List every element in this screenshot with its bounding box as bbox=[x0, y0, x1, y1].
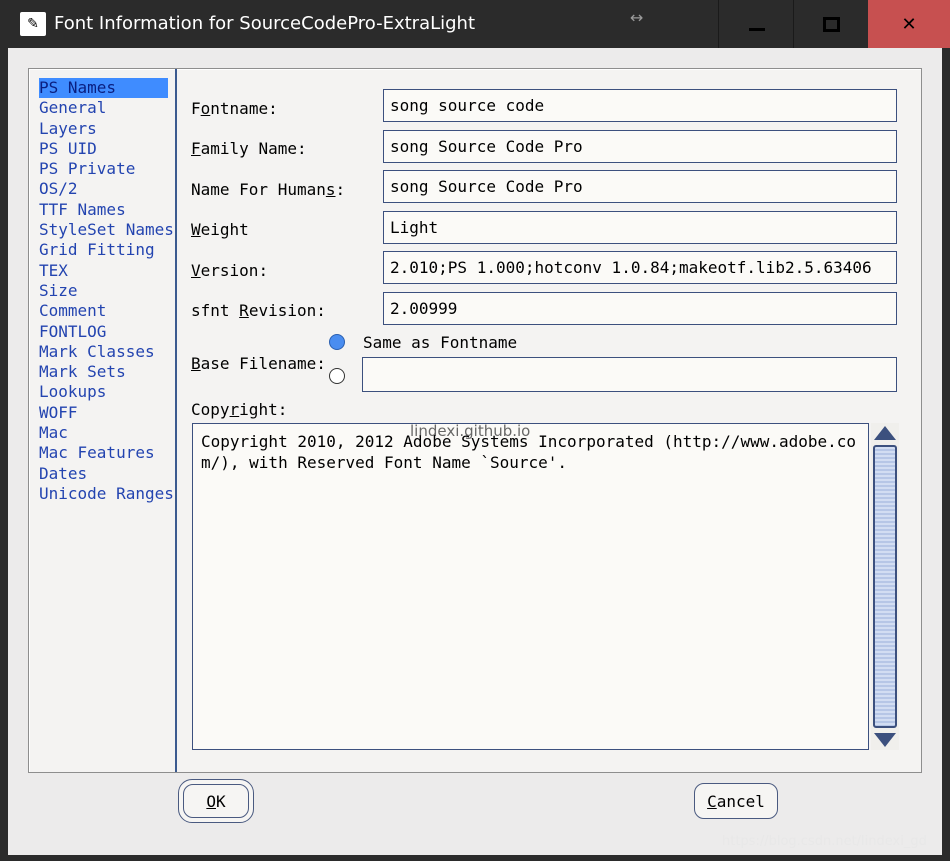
copyright-label: Copyright: bbox=[191, 400, 287, 419]
sidebar-item-mark-classes[interactable]: Mark Classes bbox=[39, 342, 168, 362]
window-title: Font Information for SourceCodePro-Extra… bbox=[54, 13, 476, 34]
same-as-fontname-radio[interactable] bbox=[329, 334, 345, 350]
sidebar: PS Names General Layers PS UID PS Privat… bbox=[29, 69, 177, 772]
label-text: sfnt bbox=[191, 301, 240, 320]
label-text: Copy bbox=[191, 400, 230, 419]
title-bar[interactable]: ✎ Font Information for SourceCodePro-Ext… bbox=[0, 0, 950, 48]
sidebar-item-woff[interactable]: WOFF bbox=[39, 403, 168, 423]
arrow-up-icon bbox=[874, 426, 896, 440]
sidebar-item-layers[interactable]: Layers bbox=[39, 119, 168, 139]
label-text: F bbox=[191, 99, 201, 118]
mnemonic: C bbox=[707, 791, 717, 811]
family-name-label: Family Name: bbox=[191, 139, 307, 158]
sidebar-item-ps-uid[interactable]: PS UID bbox=[39, 139, 168, 159]
maximize-button[interactable] bbox=[793, 0, 869, 48]
label-text: ight: bbox=[239, 400, 288, 419]
dialog-body: PS Names General Layers PS UID PS Privat… bbox=[8, 48, 942, 855]
scroll-thumb[interactable] bbox=[873, 445, 897, 728]
label-text: evision: bbox=[248, 301, 326, 320]
mnemonic: F bbox=[191, 139, 201, 158]
close-button[interactable]: ✕ bbox=[868, 0, 950, 48]
mnemonic: W bbox=[191, 220, 201, 239]
sfnt-revision-field[interactable]: 2.00999 bbox=[383, 292, 897, 325]
sidebar-item-os2[interactable]: OS/2 bbox=[39, 179, 168, 199]
sidebar-item-general[interactable]: General bbox=[39, 98, 168, 118]
sidebar-item-ttf-names[interactable]: TTF Names bbox=[39, 200, 168, 220]
ok-button-inner: OK bbox=[183, 784, 249, 818]
sidebar-item-grid-fitting[interactable]: Grid Fitting bbox=[39, 240, 168, 260]
arrow-down-icon bbox=[874, 733, 896, 747]
mnemonic: r bbox=[229, 400, 240, 419]
copyright-scrollbar[interactable] bbox=[871, 423, 899, 750]
name-for-humans-field[interactable]: song Source Code Pro bbox=[383, 170, 897, 203]
cancel-button[interactable]: Cancel bbox=[694, 783, 778, 819]
sidebar-item-comment[interactable]: Comment bbox=[39, 301, 168, 321]
sidebar-item-size[interactable]: Size bbox=[39, 281, 168, 301]
sidebar-item-dates[interactable]: Dates bbox=[39, 464, 168, 484]
sidebar-item-ps-private[interactable]: PS Private bbox=[39, 159, 168, 179]
base-filename-field[interactable] bbox=[362, 357, 897, 392]
mnemonic: B bbox=[191, 354, 201, 373]
scroll-up-button[interactable] bbox=[871, 423, 899, 443]
sidebar-item-mark-sets[interactable]: Mark Sets bbox=[39, 362, 168, 382]
sidebar-item-fontlog[interactable]: FONTLOG bbox=[39, 322, 168, 342]
mnemonic: s bbox=[325, 180, 336, 199]
label-text: ntname: bbox=[210, 99, 278, 118]
weight-label: Weight bbox=[191, 220, 249, 239]
watermark-center: lindexi.github.io bbox=[410, 422, 531, 440]
same-as-fontname-label[interactable]: Same as Fontname bbox=[363, 333, 517, 352]
label-text: amily Name: bbox=[200, 139, 307, 158]
label-text: eight bbox=[200, 220, 249, 239]
fontforge-icon[interactable]: ✎ bbox=[20, 12, 46, 36]
name-for-humans-label: Name For Humans: bbox=[191, 180, 345, 199]
button-label: ancel bbox=[716, 791, 765, 811]
scroll-down-button[interactable] bbox=[871, 730, 899, 750]
content-frame: PS Names General Layers PS UID PS Privat… bbox=[28, 68, 922, 773]
maximize-icon bbox=[823, 16, 840, 32]
mnemonic: O bbox=[206, 791, 216, 811]
label-text: ase Filename: bbox=[200, 354, 326, 373]
label-text: : bbox=[335, 180, 346, 199]
fontname-label: Fontname: bbox=[191, 99, 278, 118]
button-label: K bbox=[216, 791, 226, 811]
watermark-corner: https://blog.csdn.net/lindexi_gd bbox=[722, 834, 927, 849]
minimize-icon bbox=[748, 27, 765, 31]
label-text: ersion: bbox=[200, 261, 269, 280]
version-field[interactable]: 2.010;PS 1.000;hotconv 1.0.84;makeotf.li… bbox=[383, 251, 897, 284]
fontname-field[interactable]: song source code bbox=[383, 89, 897, 122]
close-icon: ✕ bbox=[901, 13, 917, 35]
resize-arrows-icon: ↔ bbox=[630, 8, 644, 27]
weight-field[interactable]: Light bbox=[383, 211, 897, 244]
base-filename-label: Base Filename: bbox=[191, 354, 326, 373]
minimize-button[interactable] bbox=[718, 0, 794, 48]
sidebar-item-lookups[interactable]: Lookups bbox=[39, 382, 168, 402]
mnemonic: R bbox=[239, 301, 249, 320]
sidebar-list: PS Names General Layers PS UID PS Privat… bbox=[29, 69, 175, 504]
version-label: Version: bbox=[191, 261, 268, 280]
sfnt-revision-label: sfnt Revision: bbox=[191, 301, 326, 320]
sidebar-item-styleset-names[interactable]: StyleSet Names bbox=[39, 220, 174, 240]
copyright-textarea[interactable]: Copyright 2010, 2012 Adobe Systems Incor… bbox=[192, 423, 869, 750]
sidebar-item-mac-features[interactable]: Mac Features bbox=[39, 443, 168, 463]
sidebar-item-ps-names[interactable]: PS Names bbox=[39, 78, 168, 99]
mnemonic: V bbox=[191, 261, 201, 280]
sidebar-item-mac[interactable]: Mac bbox=[39, 423, 168, 443]
family-name-field[interactable]: song Source Code Pro bbox=[383, 130, 897, 163]
mnemonic: o bbox=[200, 99, 211, 118]
sidebar-item-unicode-ranges[interactable]: Unicode Ranges bbox=[39, 484, 174, 504]
label-text: Name For Human bbox=[191, 180, 326, 199]
sidebar-item-tex[interactable]: TEX bbox=[39, 261, 168, 281]
ok-button[interactable]: OK bbox=[178, 779, 254, 823]
custom-filename-radio[interactable] bbox=[329, 368, 345, 384]
